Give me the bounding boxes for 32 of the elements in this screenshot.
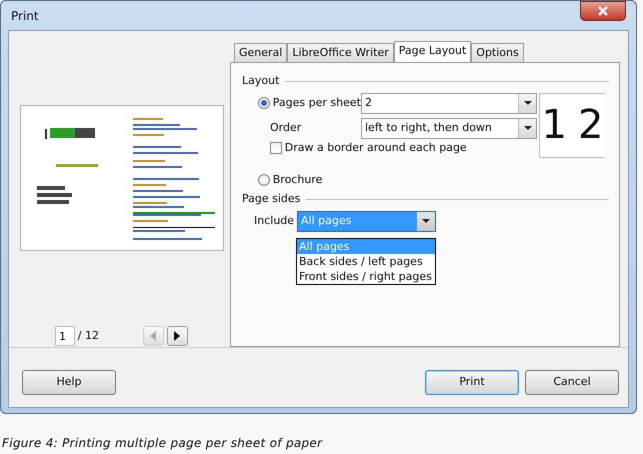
dropdown-arrow-icon — [524, 126, 532, 130]
order-dropdown[interactable]: left to right, then down — [361, 118, 537, 138]
next-page-button[interactable] — [166, 326, 188, 346]
tab[interactable]: Page Layout — [394, 41, 472, 62]
close-icon — [597, 6, 609, 16]
dropdown-arrow-icon — [422, 219, 430, 223]
pages-per-sheet-dropdown[interactable]: 2 — [361, 92, 537, 114]
section-heading: Page sides — [242, 191, 300, 207]
figure-caption: Figure 4: Printing multiple page per sheet of paper — [1, 435, 324, 452]
close-button[interactable] — [580, 1, 626, 21]
radio-option[interactable]: Brochure — [242, 172, 619, 188]
dialog-button[interactable]: Print — [425, 370, 519, 395]
dropdown-arrow-icon — [524, 101, 532, 105]
page-order-number: 1 — [542, 105, 567, 145]
dialog-button[interactable]: Help — [22, 370, 116, 395]
dropdown-option[interactable]: Back sides / left pages — [297, 254, 435, 269]
page-order-number: 2 — [578, 105, 604, 145]
window-title: Print — [10, 8, 39, 24]
page-total: / 12 — [78, 328, 99, 344]
tab[interactable]: General — [234, 43, 288, 62]
radio-option[interactable]: Pages per sheet — [258, 94, 361, 112]
field-label: Order — [270, 120, 302, 136]
tab[interactable]: Options — [471, 43, 524, 62]
section-heading: Layout — [242, 73, 280, 89]
field-label: Include — [254, 212, 296, 229]
left-arrow-icon — [150, 331, 156, 341]
tab[interactable]: LibreOffice Writer — [287, 43, 394, 62]
page-number-field[interactable]: 1 — [55, 326, 75, 346]
dropdown-option[interactable]: Front sides / right pages — [297, 269, 435, 284]
dialog-button[interactable]: Cancel — [525, 370, 619, 395]
checkbox-option[interactable]: Draw a border around each page — [242, 140, 539, 156]
right-arrow-icon — [174, 331, 180, 341]
